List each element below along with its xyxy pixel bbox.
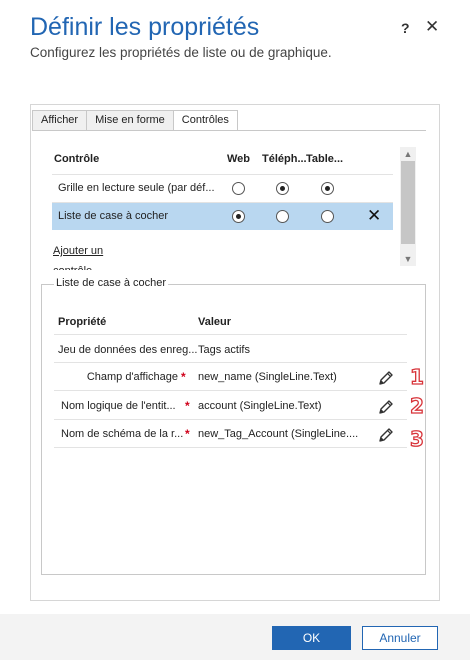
prop-value-display-field: new_name (SingleLine.Text)	[198, 371, 337, 383]
ok-button[interactable]: OK	[272, 626, 351, 650]
prop-name-dataset: Jeu de données des enreg...	[58, 344, 198, 356]
edit-pencil-icon[interactable]	[377, 369, 395, 387]
header-web: Web	[227, 153, 251, 165]
prop-name-entity-logical: Nom logique de l'entit...	[61, 400, 176, 412]
header-property: Propriété	[58, 316, 107, 328]
prop-value-dataset: Tags actifs	[198, 344, 250, 356]
prop-divider	[54, 447, 407, 448]
tab-divider	[32, 130, 426, 131]
header-phone: Téléph...	[262, 153, 307, 165]
radio-row2-phone[interactable]	[276, 210, 289, 223]
edit-pencil-icon[interactable]	[377, 426, 395, 444]
prop-divider	[54, 362, 407, 363]
scroll-thumb[interactable]	[401, 161, 415, 244]
header-control: Contrôle	[54, 153, 100, 165]
controls-scrollbar[interactable]: ▲ ▼	[400, 147, 416, 266]
scroll-up-icon[interactable]: ▲	[400, 147, 416, 161]
tab-bar: Afficher Mise en forme Contrôles	[32, 110, 238, 131]
required-mark: *	[185, 427, 190, 441]
close-icon[interactable]: ✕	[425, 17, 439, 37]
controls-grid: Contrôle Web Téléph... Table... Grille e…	[40, 140, 418, 270]
prop-name-display-field: Champ d'affichage	[86, 371, 178, 383]
control-row-label[interactable]: Grille en lecture seule (par déf...	[58, 182, 215, 194]
fieldset-legend: Liste de case à cocher	[54, 277, 169, 289]
radio-row2-tablet[interactable]	[321, 210, 334, 223]
cancel-button[interactable]: Annuler	[362, 626, 438, 650]
prop-divider	[54, 419, 407, 420]
radio-row1-tablet[interactable]	[321, 182, 334, 195]
edit-pencil-icon[interactable]	[377, 398, 395, 416]
grid-divider	[52, 174, 393, 175]
prop-name-schema: Nom de schéma de la r...	[61, 428, 184, 440]
prop-divider	[54, 390, 407, 391]
callout-badge-3: 3	[409, 427, 424, 451]
required-mark: *	[181, 370, 186, 384]
radio-row2-web[interactable]	[232, 210, 245, 223]
delete-control-icon[interactable]: ✕	[367, 206, 381, 226]
prop-value-entity-logical: account (SingleLine.Text)	[198, 400, 322, 412]
dialog-title: Définir les propriétés	[30, 13, 260, 41]
required-mark: *	[185, 399, 190, 413]
help-icon[interactable]: ?	[401, 20, 410, 36]
prop-value-schema: new_Tag_Account (SingleLine....	[198, 428, 359, 440]
tab-controles[interactable]: Contrôles	[172, 110, 238, 131]
header-tablet: Table...	[306, 153, 344, 165]
tab-mise-en-forme[interactable]: Mise en forme	[86, 110, 173, 131]
header-value: Valeur	[198, 316, 232, 328]
control-row-label[interactable]: Liste de case à cocher	[58, 210, 168, 222]
callout-badge-2: 2	[409, 394, 424, 418]
tab-afficher[interactable]: Afficher	[32, 110, 87, 131]
scroll-down-icon[interactable]: ▼	[400, 252, 416, 266]
prop-divider	[54, 334, 407, 335]
dialog-subtitle: Configurez les propriétés de liste ou de…	[30, 45, 332, 60]
radio-row1-phone[interactable]	[276, 182, 289, 195]
callout-badge-1: 1	[409, 365, 424, 389]
radio-row1-web[interactable]	[232, 182, 245, 195]
add-control-link[interactable]: Ajouter un contrôle	[53, 241, 123, 270]
